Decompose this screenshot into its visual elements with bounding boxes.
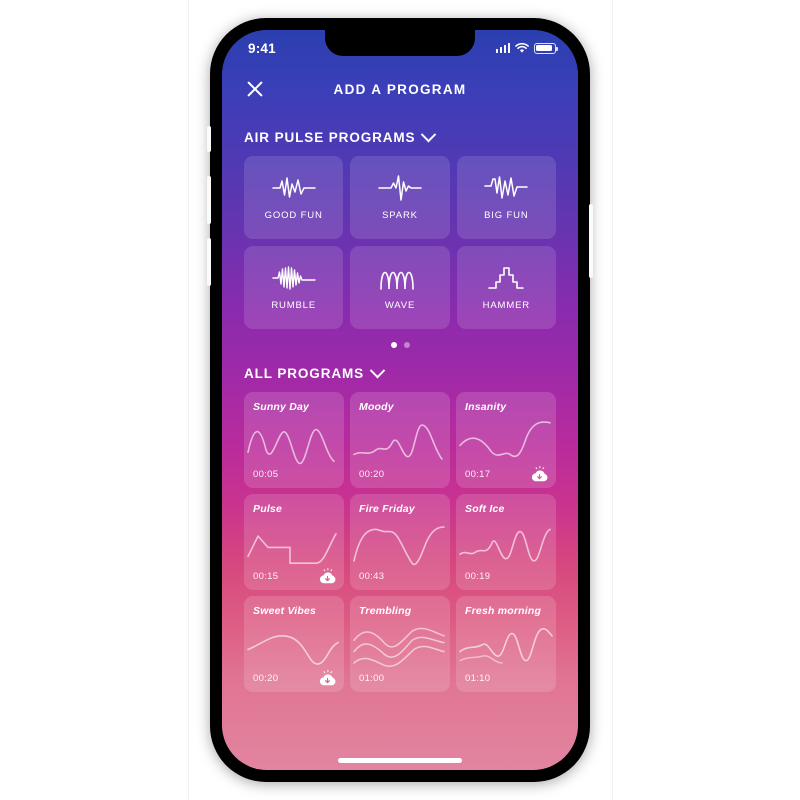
program-name: Soft Ice xyxy=(465,503,505,515)
tile-label: BIG FUN xyxy=(484,209,529,221)
silent-switch-button[interactable] xyxy=(207,126,211,152)
program-card-soft-ice[interactable]: Soft Ice 00:19 xyxy=(456,494,556,590)
program-card-moody[interactable]: Moody 00:20 xyxy=(350,392,450,488)
cellular-signal-icon xyxy=(495,43,510,53)
tile-label: HAMMER xyxy=(482,299,530,311)
program-waveform xyxy=(350,416,450,468)
volume-up-button[interactable] xyxy=(207,176,211,224)
program-waveform xyxy=(456,518,556,570)
cloud-download-icon[interactable] xyxy=(530,466,549,483)
program-waveform xyxy=(456,416,556,468)
program-duration: 00:20 xyxy=(253,673,279,684)
app-screen: 9:41 ADD A PROGRAM AIR PULSE PROGRAMS GO… xyxy=(222,30,578,770)
program-duration: 00:05 xyxy=(253,469,279,480)
status-bar: 9:41 xyxy=(222,30,578,66)
home-indicator[interactable] xyxy=(338,758,462,763)
page-title: ADD A PROGRAM xyxy=(333,81,467,97)
program-duration: 00:15 xyxy=(253,571,279,582)
tile-spark[interactable]: SPARK xyxy=(350,156,450,239)
volume-down-button[interactable] xyxy=(207,238,211,286)
power-button[interactable] xyxy=(589,204,593,278)
section-label-air-pulse: AIR PULSE PROGRAMS xyxy=(244,130,416,145)
cloud-download-icon[interactable] xyxy=(318,568,337,585)
program-name: Fresh morning xyxy=(465,605,542,617)
waveform-good-fun-icon xyxy=(271,176,316,198)
program-waveform xyxy=(244,518,344,570)
waveform-hammer-icon xyxy=(488,266,525,289)
panel-edge-right xyxy=(612,0,613,800)
tile-label: SPARK xyxy=(382,209,418,221)
program-waveform xyxy=(350,620,450,672)
program-waveform xyxy=(456,620,556,672)
tile-good-fun[interactable]: GOOD FUN xyxy=(244,156,344,239)
tile-label: RUMBLE xyxy=(271,299,317,311)
program-card-grid: Sunny Day 00:05 Moody 00:20 Insanity 00:… xyxy=(222,392,578,692)
tile-label: GOOD FUN xyxy=(264,209,323,221)
program-waveform xyxy=(244,416,344,468)
status-icons xyxy=(495,42,558,54)
program-card-fire-friday[interactable]: Fire Friday 00:43 xyxy=(350,494,450,590)
tile-rumble[interactable]: RUMBLE xyxy=(244,246,344,329)
waveform-spark-icon xyxy=(378,174,422,201)
waveform-wave-icon xyxy=(380,271,414,290)
program-waveform xyxy=(244,620,344,672)
waveform-big-fun-icon xyxy=(484,175,529,199)
program-card-insanity[interactable]: Insanity 00:17 xyxy=(456,392,556,488)
panel-edge-left xyxy=(188,0,189,800)
program-card-trembling[interactable]: Trembling 01:00 xyxy=(350,596,450,692)
chevron-down-icon[interactable] xyxy=(369,362,386,379)
program-name: Moody xyxy=(359,401,394,413)
program-name: Sweet Vibes xyxy=(253,605,317,617)
program-duration: 00:17 xyxy=(465,469,491,480)
chevron-down-icon[interactable] xyxy=(421,126,437,143)
tile-label: WAVE xyxy=(384,299,416,311)
program-duration: 00:19 xyxy=(465,571,491,582)
section-header-all-programs[interactable]: ALL PROGRAMS xyxy=(222,348,578,392)
program-duration: 01:10 xyxy=(465,673,491,684)
cloud-download-icon[interactable] xyxy=(318,670,337,687)
page-background: 9:41 ADD A PROGRAM AIR PULSE PROGRAMS GO… xyxy=(0,0,800,800)
battery-icon xyxy=(534,42,558,54)
section-label-all-programs: ALL PROGRAMS xyxy=(244,366,365,381)
program-card-pulse[interactable]: Pulse 00:15 xyxy=(244,494,344,590)
program-name: Pulse xyxy=(253,503,283,515)
air-pulse-tile-grid: GOOD FUN SPARK BIG FUN RUMBLE WAVE HAMME… xyxy=(222,156,578,329)
program-name: Trembling xyxy=(359,605,412,617)
program-duration: 00:43 xyxy=(359,571,385,582)
status-time: 9:41 xyxy=(248,40,276,56)
pagination-dot-2[interactable] xyxy=(403,342,410,348)
wifi-icon xyxy=(515,42,529,53)
phone-frame: 9:41 ADD A PROGRAM AIR PULSE PROGRAMS GO… xyxy=(207,18,593,782)
program-card-sunny-day[interactable]: Sunny Day 00:05 xyxy=(244,392,344,488)
program-card-fresh-morning[interactable]: Fresh morning 01:10 xyxy=(456,596,556,692)
phone-screen: 9:41 ADD A PROGRAM AIR PULSE PROGRAMS GO… xyxy=(222,30,578,770)
tile-hammer[interactable]: HAMMER xyxy=(456,246,556,329)
tile-big-fun[interactable]: BIG FUN xyxy=(456,156,556,239)
waveform-rumble-icon xyxy=(271,265,316,290)
program-name: Sunny Day xyxy=(253,401,310,413)
screen-body: AIR PULSE PROGRAMS GOOD FUN SPARK BIG FU… xyxy=(222,112,578,770)
program-name: Fire Friday xyxy=(359,503,415,515)
program-duration: 01:00 xyxy=(359,673,385,684)
program-waveform xyxy=(350,518,450,570)
close-icon[interactable] xyxy=(244,78,266,100)
tile-wave[interactable]: WAVE xyxy=(350,246,450,329)
program-card-sweet-vibes[interactable]: Sweet Vibes 00:20 xyxy=(244,596,344,692)
nav-bar: ADD A PROGRAM xyxy=(222,66,578,112)
program-duration: 00:20 xyxy=(359,469,385,480)
program-name: Insanity xyxy=(465,401,507,413)
pagination-dot-1[interactable] xyxy=(390,342,397,348)
pagination-dots xyxy=(222,329,578,348)
section-header-air-pulse[interactable]: AIR PULSE PROGRAMS xyxy=(222,112,578,156)
